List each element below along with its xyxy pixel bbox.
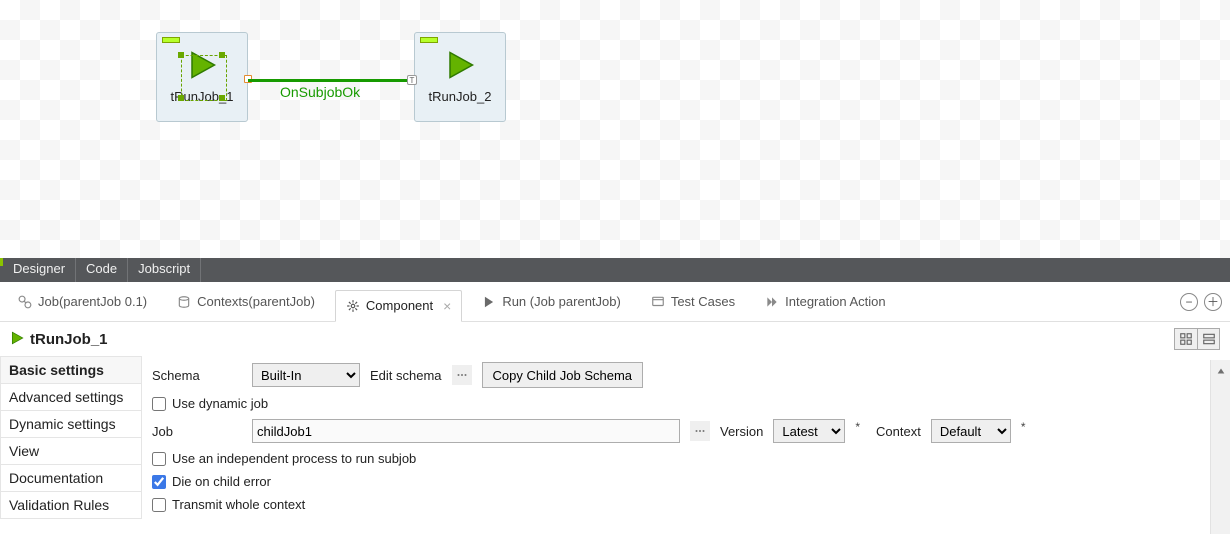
selection-handle[interactable] — [178, 95, 184, 101]
schema-row: Schema Built-In Edit schema Copy Child J… — [152, 362, 1220, 388]
tab-label: Contexts(parentJob) — [197, 294, 315, 309]
use-dynamic-job-row: Use dynamic job — [152, 396, 1220, 411]
tab-label: Run (Job parentJob) — [502, 294, 621, 309]
schema-select[interactable]: Built-In — [252, 363, 360, 387]
job-label: Job — [152, 424, 242, 439]
basic-settings-form: Schema Built-In Edit schema Copy Child J… — [142, 356, 1230, 534]
side-item-basic[interactable]: Basic settings — [0, 356, 142, 384]
tab-run[interactable]: Run (Job parentJob) — [472, 282, 631, 322]
side-item-dynamic[interactable]: Dynamic settings — [0, 411, 142, 438]
component-label: tRunJob_2 — [429, 89, 492, 104]
die-on-error-label: Die on child error — [172, 474, 271, 489]
run-job-icon — [445, 50, 475, 83]
job-icon — [18, 295, 32, 309]
tab-label: Component — [366, 298, 433, 313]
edit-schema-label: Edit schema — [370, 368, 442, 383]
version-label: Version — [720, 424, 763, 439]
tab-label: Test Cases — [671, 294, 735, 309]
transmit-context-label: Transmit whole context — [172, 497, 305, 512]
transmit-context-row: Transmit whole context — [152, 497, 1220, 512]
tab-test-cases[interactable]: Test Cases — [641, 282, 745, 322]
selection-handle[interactable] — [219, 52, 225, 58]
test-cases-icon — [651, 295, 665, 309]
scrollbar-up-button[interactable] — [1211, 360, 1230, 382]
settings-category-list: Basic settings Advanced settings Dynamic… — [0, 356, 142, 534]
component-status-bar — [420, 37, 438, 43]
view-layout-toggle — [1174, 328, 1220, 350]
die-on-error-row: Die on child error — [152, 474, 1220, 489]
component-settings-panel: Basic settings Advanced settings Dynamic… — [0, 356, 1230, 534]
selection-handle[interactable] — [219, 95, 225, 101]
connector-onsubjobok[interactable] — [248, 79, 427, 82]
view-rows-button[interactable] — [1197, 329, 1219, 349]
tab-designer[interactable]: Designer — [3, 258, 76, 282]
job-browse-button[interactable] — [690, 421, 710, 441]
contexts-icon — [177, 295, 191, 309]
version-select[interactable]: Latest — [773, 419, 845, 443]
editor-view-tabs: Designer Code Jobscript — [0, 258, 1230, 282]
use-dynamic-job-checkbox[interactable] — [152, 397, 166, 411]
run-job-icon — [10, 331, 24, 348]
close-icon[interactable]: × — [443, 298, 451, 314]
component-title-bar: tRunJob_1 — [0, 322, 1230, 356]
minimize-button[interactable]: − — [1180, 293, 1198, 311]
required-marker: * — [1021, 420, 1026, 434]
view-grid-button[interactable] — [1175, 329, 1197, 349]
run-job-icon — [187, 50, 217, 83]
side-item-view[interactable]: View — [0, 438, 142, 465]
vertical-scrollbar[interactable] — [1210, 360, 1230, 534]
selection-handle[interactable] — [178, 52, 184, 58]
transmit-context-checkbox[interactable] — [152, 498, 166, 512]
tab-jobscript[interactable]: Jobscript — [128, 258, 201, 282]
context-select[interactable]: Default — [931, 419, 1011, 443]
component-title: tRunJob_1 — [30, 331, 108, 348]
properties-tab-bar: Job(parentJob 0.1) Contexts(parentJob) C… — [0, 282, 1230, 322]
job-row: Job Version Latest * Context Default * — [152, 419, 1220, 443]
tab-job[interactable]: Job(parentJob 0.1) — [8, 282, 157, 322]
side-item-validation[interactable]: Validation Rules — [0, 492, 142, 519]
tab-label: Job(parentJob 0.1) — [38, 294, 147, 309]
component-icon — [346, 299, 360, 313]
tab-label: Integration Action — [785, 294, 885, 309]
edit-schema-button[interactable] — [452, 365, 472, 385]
required-marker: * — [855, 420, 860, 434]
component-status-bar — [162, 37, 180, 43]
use-dynamic-job-label: Use dynamic job — [172, 396, 268, 411]
tab-code[interactable]: Code — [76, 258, 128, 282]
side-item-documentation[interactable]: Documentation — [0, 465, 142, 492]
job-input[interactable] — [252, 419, 680, 443]
tab-integration-action[interactable]: Integration Action — [755, 282, 895, 322]
design-canvas[interactable]: tRunJob_1 OnSubjobOk T tRunJob_2 — [0, 0, 1230, 258]
schema-label: Schema — [152, 368, 242, 383]
component-trunjob-2[interactable]: T tRunJob_2 — [414, 32, 506, 122]
run-icon — [482, 295, 496, 309]
die-on-error-checkbox[interactable] — [152, 475, 166, 489]
input-port[interactable]: T — [407, 75, 417, 85]
maximize-button[interactable]: ＋ — [1204, 293, 1222, 311]
independent-process-row: Use an independent process to run subjob — [152, 451, 1220, 466]
integration-icon — [765, 295, 779, 309]
connector-label: OnSubjobOk — [280, 84, 360, 100]
context-label: Context — [876, 424, 921, 439]
tab-component[interactable]: Component × — [335, 290, 462, 322]
independent-process-checkbox[interactable] — [152, 452, 166, 466]
component-trunjob-1[interactable]: tRunJob_1 — [156, 32, 248, 122]
side-item-advanced[interactable]: Advanced settings — [0, 384, 142, 411]
tab-contexts[interactable]: Contexts(parentJob) — [167, 282, 325, 322]
independent-process-label: Use an independent process to run subjob — [172, 451, 416, 466]
copy-child-schema-button[interactable]: Copy Child Job Schema — [482, 362, 643, 388]
